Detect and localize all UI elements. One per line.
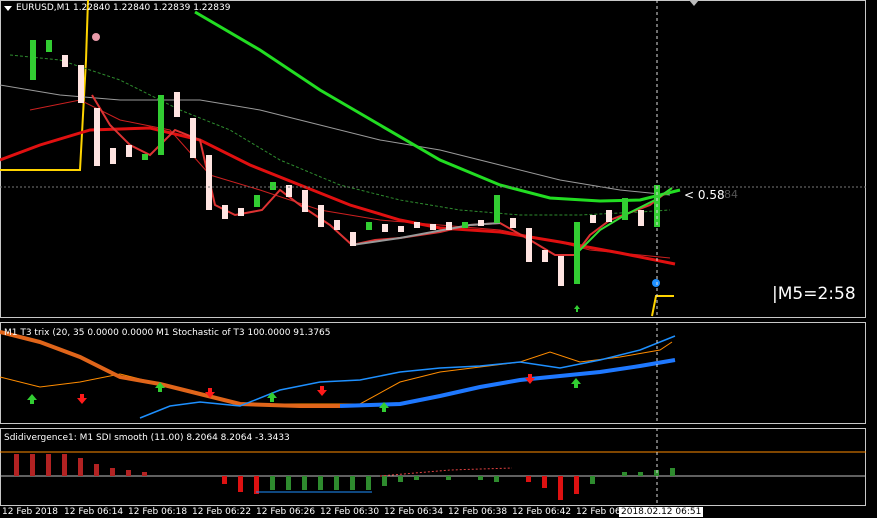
- trix-orange-thick: [0, 330, 340, 408]
- thick-red-ma: [0, 126, 676, 266]
- main-chart-pane[interactable]: EURUSD,M1 1.22840 1.22840 1.22839 1.2283…: [0, 0, 877, 318]
- timer-label: |M5=2:58: [772, 284, 856, 304]
- green-dashed-ma: [9, 54, 671, 216]
- dropdown-triangle-icon: [4, 6, 12, 11]
- symbol-label: EURUSD,M1 1.22840 1.22840 1.22839 1.2283…: [16, 3, 231, 13]
- time-label: 12 Feb 06:22: [192, 507, 252, 517]
- grey-ma-line: [0, 84, 671, 196]
- cursor-time-label: 2018.02.12 06:51: [619, 507, 704, 517]
- indicator2-pane[interactable]: Sdidivergence1: M1 SDI smooth (11.00) 8.…: [0, 428, 877, 506]
- pink-dot-marker: [92, 33, 100, 41]
- price-marker-ghost: 84: [724, 188, 738, 201]
- candles: [30, 40, 660, 286]
- trix-blue-line: [139, 335, 676, 419]
- yellow-indicator-line-right: [651, 295, 674, 317]
- blue-dot-marker: [652, 279, 660, 287]
- trix-blue-thick: [339, 358, 676, 408]
- time-label: 12 Feb 06:34: [384, 507, 444, 517]
- indicator1-pane[interactable]: M1 T3 trix (20, 35 0.0000 0.0000 M1 Stoc…: [0, 322, 877, 424]
- time-label: 12 Feb 06:18: [128, 507, 188, 517]
- indicator1-label: M1 T3 trix (20, 35 0.0000 0.0000 M1 Stoc…: [4, 328, 331, 338]
- time-label: 12 Feb 06:30: [320, 507, 380, 517]
- price-marker: < 0.58: [684, 188, 725, 202]
- time-label: 12 Feb 06: [576, 507, 621, 517]
- time-label: 12 Feb 06:42: [512, 507, 572, 517]
- indicator2-label: Sdidivergence1: M1 SDI smooth (11.00) 8.…: [4, 433, 290, 443]
- sdi-histogram: [14, 454, 675, 500]
- up-arrow-marker: [574, 305, 580, 312]
- time-label: 12 Feb 06:26: [256, 507, 316, 517]
- time-label: 12 Feb 06:14: [64, 507, 124, 517]
- time-axis: 12 Feb 2018 12 Feb 06:14 12 Feb 06:18 12…: [0, 506, 877, 518]
- time-label: 12 Feb 06:38: [448, 507, 508, 517]
- time-label: 12 Feb 2018: [2, 507, 59, 517]
- sdi-red-dotted: [379, 467, 513, 477]
- price-chart-svg: [0, 0, 866, 318]
- cursor-top-triangle-icon: [689, 0, 699, 6]
